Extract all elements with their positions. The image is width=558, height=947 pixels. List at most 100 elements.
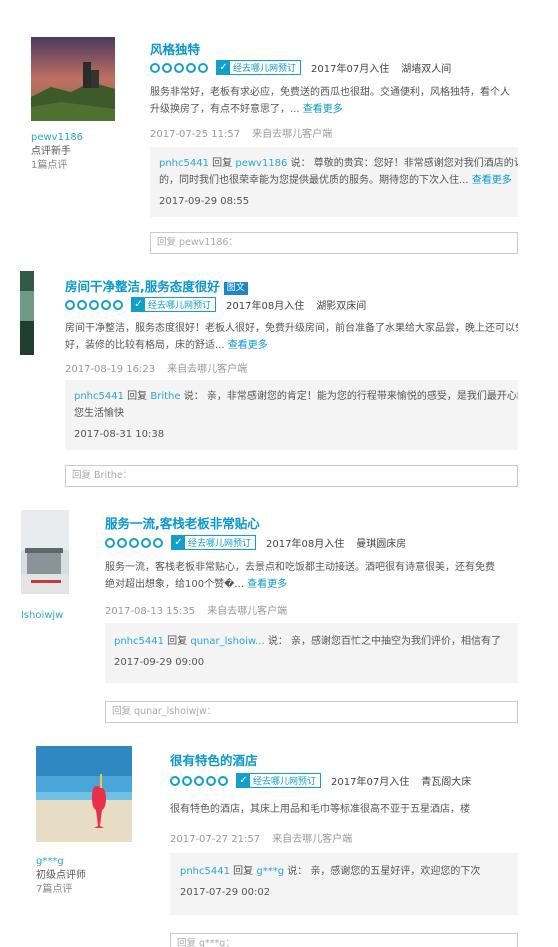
user-name[interactable]: g***g bbox=[36, 855, 86, 869]
room-type: 青瓦阁大床 bbox=[421, 777, 472, 788]
check-icon: ✓ bbox=[132, 298, 145, 311]
review-time: 2017-07-27 21:57 来自去哪儿客户端 bbox=[170, 830, 352, 845]
review-body-line: 好，装修的比较有格局，床的舒适... 查看更多 bbox=[65, 337, 518, 354]
reply-said: 说： bbox=[267, 636, 288, 647]
star-icon bbox=[129, 537, 139, 548]
review-source: 来自去哪儿客户端 bbox=[167, 364, 248, 375]
reply-verb: 回复 bbox=[167, 636, 188, 647]
review-timestamp: 2017-08-19 16:23 bbox=[65, 364, 156, 375]
star-icon bbox=[186, 62, 196, 73]
merchant-reply: pnhc5441 回复 Brithe 说： 亲，非常感谢您的肯定！能为您的行程带… bbox=[65, 380, 518, 450]
reply-to[interactable]: pewv1186 bbox=[235, 158, 287, 169]
reply-to[interactable]: g***g bbox=[256, 866, 284, 877]
review-card: 房间干净整洁,服务态度很好 图文 ✓ 经去哪儿网预订 2017年08月入住 湖影双床… bbox=[0, 262, 518, 498]
verified-label: 经去哪儿网预订 bbox=[188, 539, 252, 549]
merchant-reply: pnhc5441 回复 g***g 说： 亲，感谢您的五星好评，欢迎您的下次 2… bbox=[170, 853, 518, 915]
reply-to[interactable]: qunar_lshoiw... bbox=[190, 636, 264, 647]
rating-stars bbox=[170, 775, 228, 786]
reply-said: 说： bbox=[183, 391, 204, 402]
reply-verb: 回复 bbox=[127, 391, 148, 402]
review-body-text: 绝对超出想象，给100个赞�... bbox=[105, 579, 244, 590]
review-source: 来自去哪儿客户端 bbox=[252, 129, 333, 140]
review-source: 来自去哪儿客户端 bbox=[207, 606, 288, 617]
review-body: 很有特色的酒店，其床上用品和毛巾等标准很高不亚于五星酒店，楼 bbox=[170, 801, 470, 818]
star-icon bbox=[117, 537, 127, 548]
reply-from[interactable]: pnhc5441 bbox=[114, 636, 164, 647]
user-avatar[interactable] bbox=[20, 271, 34, 355]
rating-stars bbox=[65, 299, 123, 310]
reply-text: 的，同时我们也很荣幸能为您提供最优质的服务。期待您的下次入住... bbox=[159, 175, 469, 186]
view-more-link[interactable]: 查看更多 bbox=[303, 104, 343, 115]
user-info: lshoiwjw bbox=[21, 609, 63, 623]
star-icon bbox=[150, 62, 160, 73]
reply-from[interactable]: pnhc5441 bbox=[180, 866, 230, 877]
review-title-text: 服务一流,客栈老板非常贴心 bbox=[105, 516, 260, 531]
reply-input[interactable]: 回复 qunar_lshoiwjw： bbox=[105, 701, 518, 723]
star-icon bbox=[182, 775, 192, 786]
user-avatar[interactable] bbox=[21, 510, 69, 594]
reply-date: 2017-09-29 09:00 bbox=[114, 657, 205, 668]
view-more-link[interactable]: 查看更多 bbox=[228, 340, 268, 351]
reply-from[interactable]: pnhc5441 bbox=[74, 391, 124, 402]
user-review-count[interactable]: 1篇点评 bbox=[31, 159, 83, 173]
room-type: 湖影双床间 bbox=[316, 301, 367, 312]
review-body-line: 房间干净整洁，服务态度很好！老板人很好，免费升级房间，前台准备了水果给大家品尝，… bbox=[65, 323, 518, 334]
star-icon bbox=[162, 62, 172, 73]
reply-text: 亲，感谢您百忙之中抽空为我们评价，相信有了 bbox=[291, 636, 502, 647]
star-icon bbox=[101, 299, 111, 310]
checkin-date: 2017年08月入住 bbox=[226, 301, 305, 312]
merchant-reply: pnhc5441 回复 qunar_lshoiw... 说： 亲，感谢您百忙之中… bbox=[105, 623, 518, 683]
reply-verb: 回复 bbox=[233, 866, 254, 877]
user-avatar[interactable] bbox=[31, 37, 115, 121]
reply-date: 2017-09-29 08:55 bbox=[159, 196, 250, 207]
review-body-line: 绝对超出想象，给100个赞�... 查看更多 bbox=[105, 576, 495, 593]
star-icon bbox=[141, 537, 151, 548]
user-name[interactable]: lshoiwjw bbox=[21, 609, 63, 623]
reply-text: 您生活愉快 bbox=[74, 408, 124, 419]
user-info: g***g 初级点评师 7篇点评 bbox=[36, 855, 86, 897]
reply-input[interactable]: 回复 g***g： bbox=[170, 933, 518, 947]
view-more-link[interactable]: 查看更多 bbox=[247, 579, 287, 590]
review-meta: ✓ 经去哪儿网预订 2017年08月入住 湖影双床间 bbox=[65, 297, 366, 312]
review-title: 服务一流,客栈老板非常贴心 bbox=[105, 513, 260, 532]
rating-stars bbox=[150, 62, 208, 73]
user-name[interactable]: pewv1186 bbox=[31, 131, 83, 145]
review-title: 很有特色的酒店 bbox=[170, 750, 258, 769]
reply-line: pnhc5441 回复 pewv1186 说： 尊敬的贵宾：您好！非常感谢您对我… bbox=[159, 155, 518, 172]
reply-line: pnhc5441 回复 Brithe 说： 亲，非常感谢您的肯定！能为您的行程带… bbox=[74, 388, 518, 405]
review-time: 2017-08-13 15:35 来自去哪儿客户端 bbox=[105, 602, 287, 617]
view-more-link[interactable]: 查看更多 bbox=[472, 175, 512, 186]
reply-line: 的，同时我们也很荣幸能为您提供最优质的服务。期待您的下次入住... 查看更多 bbox=[159, 172, 518, 189]
review-body: 房间干净整洁，服务态度很好！老板人很好，免费升级房间，前台准备了水果给大家品尝，… bbox=[65, 320, 518, 354]
user-review-count[interactable]: 7篇点评 bbox=[36, 883, 86, 897]
reply-line: pnhc5441 回复 g***g 说： 亲，感谢您的五星好评，欢迎您的下次 bbox=[180, 863, 518, 880]
review-card: lshoiwjw 服务一流,客栈老板非常贴心 ✓ 经去哪儿网预订 2017年08月… bbox=[0, 498, 518, 735]
check-icon: ✓ bbox=[217, 61, 230, 74]
reply-to[interactable]: Brithe bbox=[150, 391, 180, 402]
star-icon bbox=[113, 299, 123, 310]
star-icon bbox=[218, 775, 228, 786]
star-icon bbox=[77, 299, 87, 310]
user-level: 点评新手 bbox=[31, 146, 71, 157]
checkin-date: 2017年07月入住 bbox=[331, 777, 410, 788]
review-card: g***g 初级点评师 7篇点评 很有特色的酒店 ✓ 经去哪儿网预订 2017年0… bbox=[0, 735, 518, 947]
reply-input[interactable]: 回复 Brithe： bbox=[65, 465, 518, 487]
review-body-text: 升级换房了，有点不好意思了，... bbox=[150, 104, 300, 115]
review-time: 2017-07-25 11:57 来自去哪儿客户端 bbox=[150, 125, 332, 140]
room-type: 湖墙双人间 bbox=[401, 64, 452, 75]
reply-line: 您生活愉快 bbox=[74, 405, 518, 422]
reply-said: 说： bbox=[287, 866, 308, 877]
reply-input[interactable]: 回复 pewv1186： bbox=[150, 232, 518, 254]
checkin-date: 2017年08月入住 bbox=[266, 539, 345, 550]
star-icon bbox=[198, 62, 208, 73]
verified-badge: ✓ 经去哪儿网预订 bbox=[131, 297, 217, 312]
review-title: 房间干净整洁,服务态度很好 图文 bbox=[65, 276, 248, 295]
review-body-line: 升级换房了，有点不好意思了，... 查看更多 bbox=[150, 101, 510, 118]
review-body-line: 服务非常好，老板有求必应，免费送的西瓜也很甜。交通便利，风格独特，看个人 bbox=[150, 87, 510, 98]
user-info: pewv1186 点评新手 1篇点评 bbox=[31, 131, 83, 173]
verified-label: 经去哪儿网预订 bbox=[233, 64, 297, 74]
star-icon bbox=[170, 775, 180, 786]
checkin-date: 2017年07月入住 bbox=[311, 64, 390, 75]
user-avatar[interactable] bbox=[36, 746, 132, 842]
reply-from[interactable]: pnhc5441 bbox=[159, 158, 209, 169]
